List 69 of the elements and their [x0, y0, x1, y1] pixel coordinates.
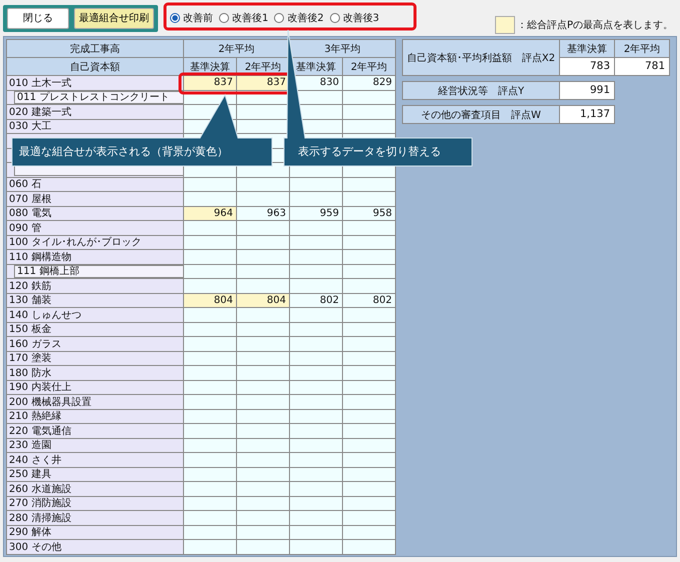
radio-label[interactable]: 改善前	[183, 11, 213, 25]
row-label: 111 鋼橋上部	[14, 264, 183, 278]
row-label: 290 解体	[7, 526, 183, 539]
column-header: 基準決算	[560, 40, 614, 57]
row-label: 010 土木一式	[7, 76, 183, 90]
row-label: 250 建具	[7, 468, 183, 481]
row-label: 260 水道施設	[7, 482, 183, 496]
radio-option[interactable]: 改善前	[170, 11, 213, 25]
row-label: 080 電気	[7, 206, 183, 220]
column-header: 完成工事高	[7, 40, 183, 57]
table-cell: 963	[237, 206, 289, 220]
score-label: 自己資本額･平均利益額 評点X2	[403, 40, 559, 75]
score-value: 783	[560, 58, 614, 75]
radio-option[interactable]: 改善後3	[330, 11, 380, 25]
table-cell: 964	[184, 206, 236, 220]
column-header: 2年平均	[343, 58, 395, 75]
row-label: 230 造園	[7, 438, 183, 452]
row-label: 280 清掃施設	[7, 511, 183, 524]
row-label: 100 タイル･れんが･ブロック	[7, 236, 183, 249]
score-value: 991	[560, 82, 614, 99]
table-cell: 837	[237, 76, 289, 90]
table-cell: 837	[184, 76, 236, 90]
row-label: 090 管	[7, 221, 183, 234]
row-label: 180 防水	[7, 366, 183, 380]
table-cell: 958	[343, 206, 395, 220]
row-label: 220 電気通信	[7, 424, 183, 438]
score-value: 1,137	[560, 106, 614, 123]
legend-text: ：総合評点Pの最高点を表します。	[516, 18, 673, 32]
row-label: 240 さく井	[7, 453, 183, 466]
row-label: 160 ガラス	[7, 337, 183, 350]
row-label: 110 鋼構造物	[7, 250, 183, 264]
table-cell: 802	[343, 294, 395, 307]
row-label: 190 内装仕上	[7, 380, 183, 394]
row-label: 120 鉄筋	[7, 279, 183, 292]
row-label: 170 塗装	[7, 352, 183, 365]
column-header: 2年平均	[615, 40, 669, 57]
row-label: 020 建築一式	[7, 105, 183, 118]
column-header: 基準決算	[290, 58, 342, 75]
radio-label[interactable]: 改善後3	[342, 11, 380, 25]
row-label: 140 しゅんせつ	[7, 308, 183, 322]
toolbar-button[interactable]: 閉じる	[7, 8, 69, 28]
column-header: 3年平均	[290, 40, 395, 57]
radio-option[interactable]: 改善後1	[219, 11, 268, 25]
score-label: 経営状況等 評点Y	[403, 82, 559, 99]
row-label: 270 消防施設	[7, 496, 183, 510]
row-label: 060 石	[7, 178, 183, 191]
row-label: 011 プレストレストコンクリート	[14, 90, 183, 104]
callout-text: 最適な組合せが表示される（背景が黄色）	[19, 144, 228, 160]
column-header: 2年平均	[184, 40, 289, 57]
score-value: 781	[615, 58, 669, 75]
radio-label[interactable]: 改善後2	[287, 11, 324, 25]
callout-text: 表示するデータを切り替える	[298, 144, 441, 160]
row-label: 130 舗装	[7, 294, 183, 307]
score-label: その他の審査項目 評点W	[403, 106, 559, 123]
row-label: 030 大工	[7, 120, 183, 133]
toolbar-button[interactable]: 最適組合せ印刷	[74, 8, 154, 28]
row-label: 070 屋根	[7, 192, 183, 206]
table-cell: 802	[290, 294, 342, 307]
row-label: 210 熱絶縁	[7, 410, 183, 423]
table-cell: 829	[343, 76, 395, 90]
table-cell: 959	[290, 206, 342, 220]
column-header: 自己資本額	[7, 58, 183, 75]
radio-label[interactable]: 改善後1	[232, 11, 268, 25]
row-label: 200 機械器具設置	[7, 395, 183, 408]
row-label: 300 その他	[7, 540, 183, 554]
table-cell: 804	[184, 294, 236, 307]
radio-option[interactable]: 改善後2	[274, 11, 324, 25]
row-label: 150 板金	[7, 322, 183, 336]
table-cell: 804	[237, 294, 289, 307]
